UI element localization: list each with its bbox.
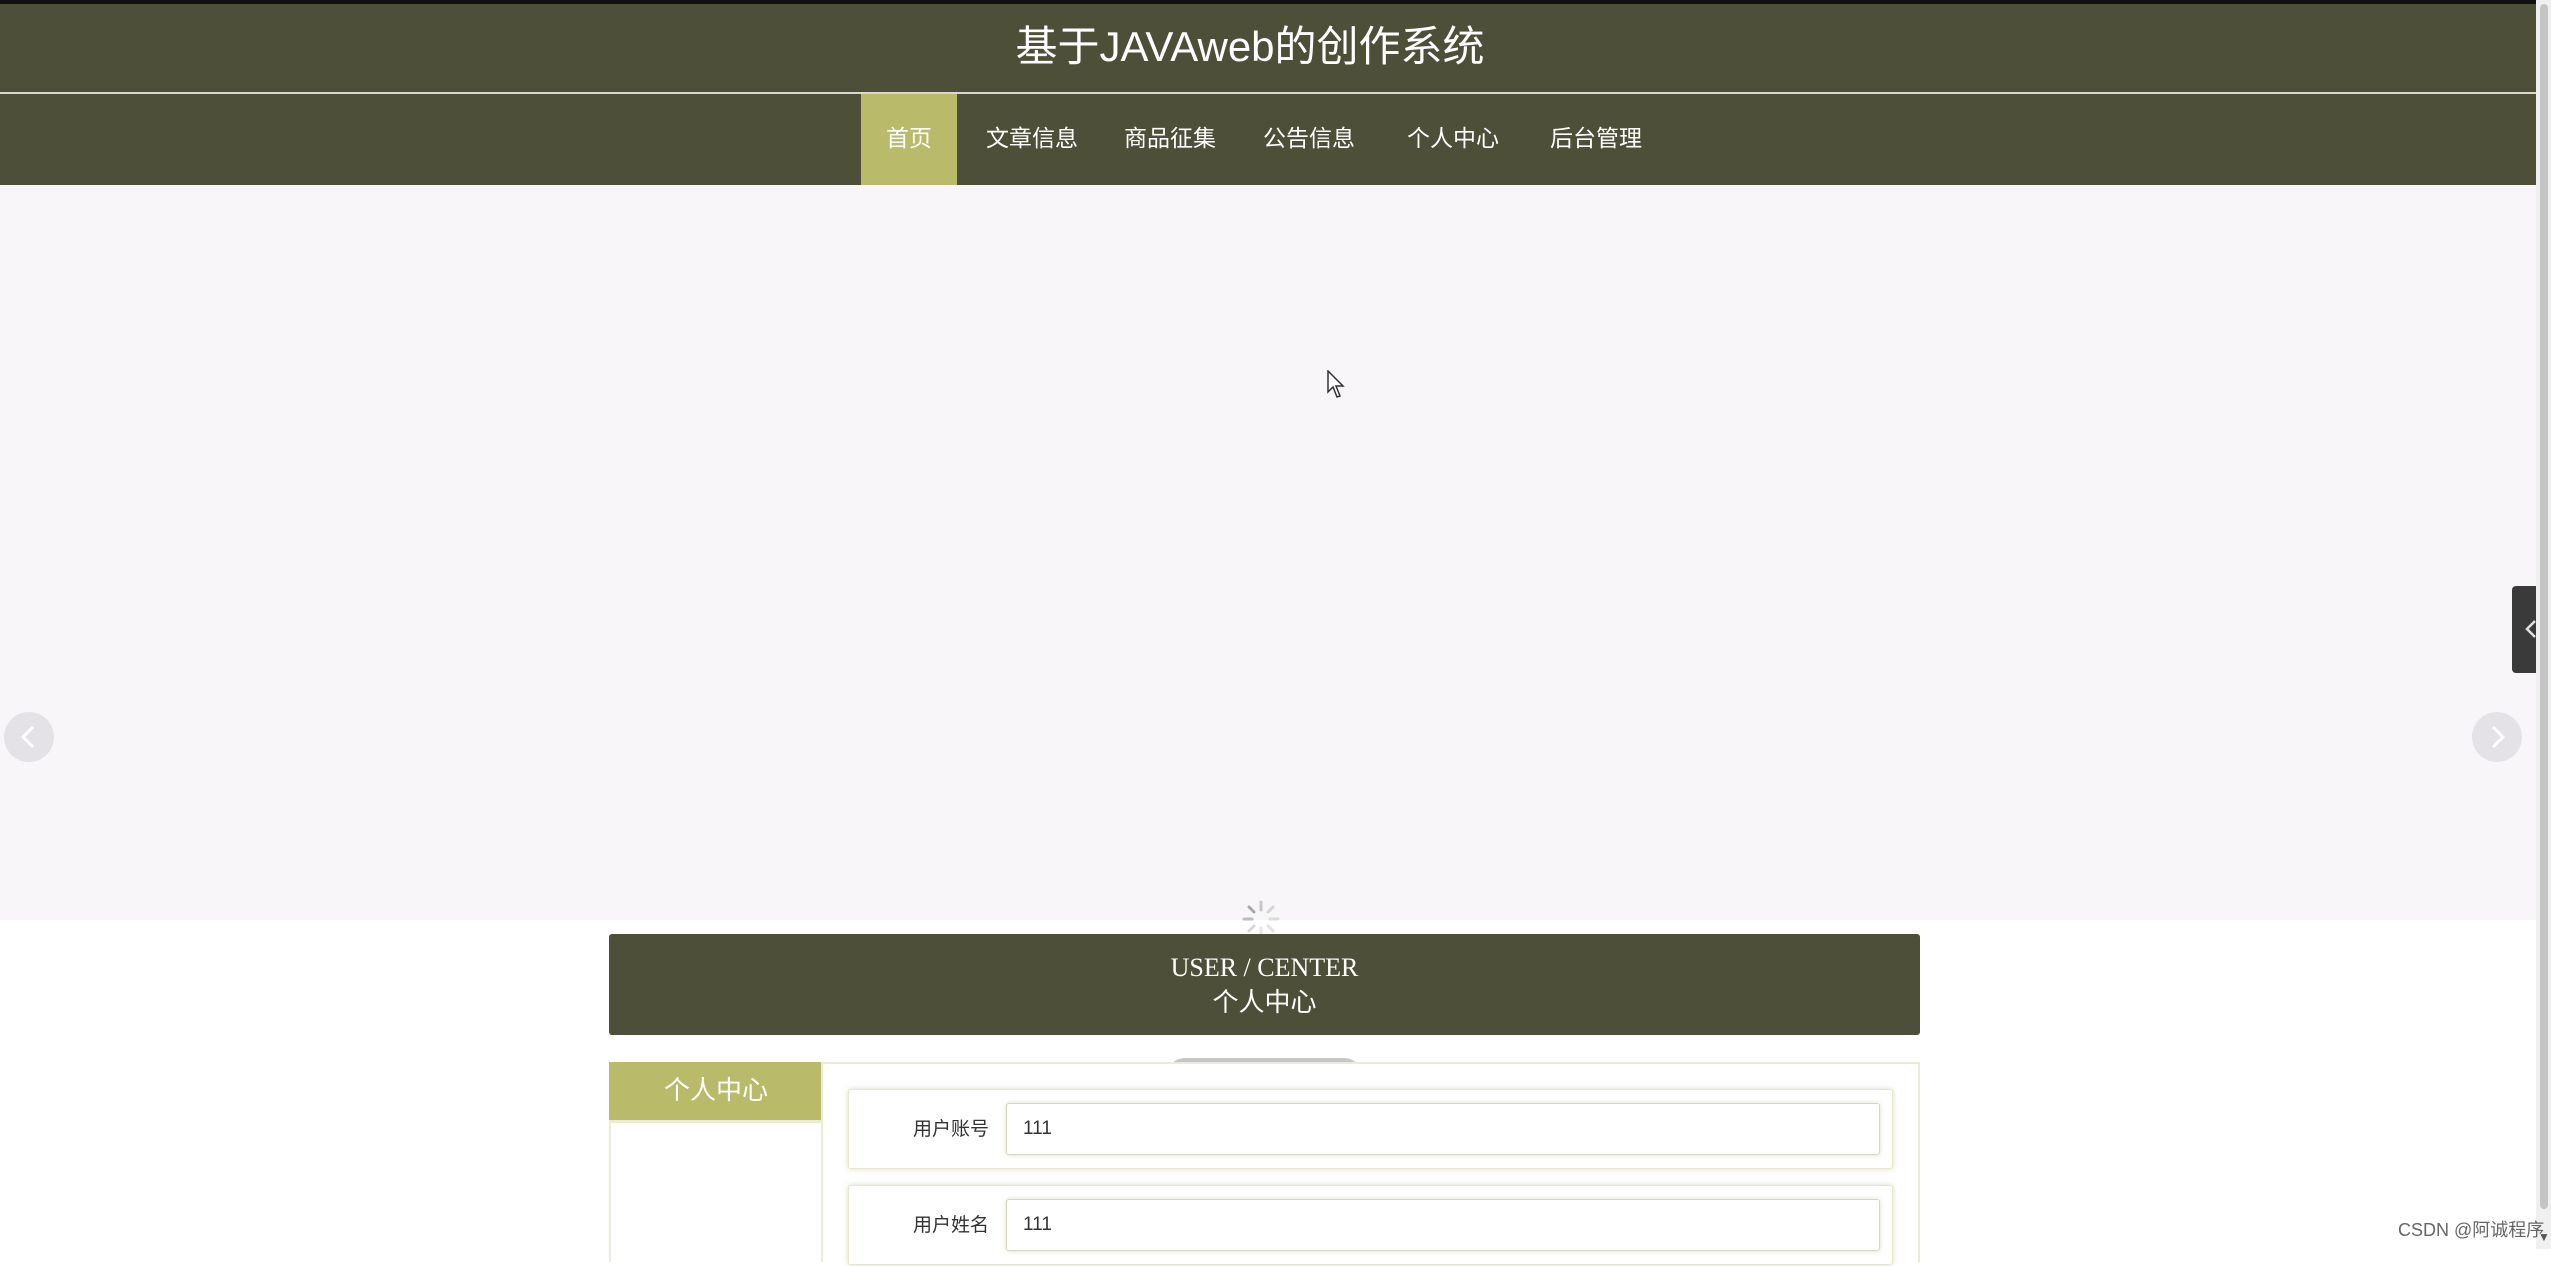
banner-carousel xyxy=(0,185,2536,1091)
form-row-account: 用户账号 xyxy=(848,1089,1893,1169)
site-header: 基于JAVAweb的创作系统 首页 文章信息 商品征集 公告信息 个人中心 后台… xyxy=(0,0,2536,185)
nav-item-products[interactable]: 商品征集 xyxy=(1112,94,1228,185)
side-menu-divider xyxy=(609,1120,823,1123)
side-menu-border xyxy=(821,1062,823,1262)
nav-item-articles[interactable]: 文章信息 xyxy=(974,94,1090,185)
mouse-cursor-icon xyxy=(1327,370,1345,398)
main-nav: 首页 文章信息 商品征集 公告信息 个人中心 后台管理 xyxy=(0,94,2536,185)
name-label: 用户姓名 xyxy=(912,1215,989,1236)
carousel-prev-button[interactable] xyxy=(4,712,54,762)
nav-item-home[interactable]: 首页 xyxy=(861,94,957,185)
carousel-next-button[interactable] xyxy=(2472,712,2522,762)
name-input[interactable] xyxy=(1006,1199,1880,1251)
form-row-name: 用户姓名 xyxy=(848,1185,1893,1265)
nav-item-user-center[interactable]: 个人中心 xyxy=(1395,94,1511,185)
section-title-cn: 个人中心 xyxy=(1212,988,1317,1017)
window-top-border xyxy=(0,0,2536,4)
csdn-watermark: CSDN @阿诚程序 xyxy=(2398,1220,2545,1240)
scrollbar-thumb[interactable] xyxy=(2540,4,2548,1209)
nav-item-notices[interactable]: 公告信息 xyxy=(1251,94,1367,185)
account-input[interactable] xyxy=(1006,1103,1880,1155)
section-title-en: USER / CENTER xyxy=(1170,953,1359,982)
side-menu-title[interactable]: 个人中心 xyxy=(609,1062,823,1120)
account-label: 用户账号 xyxy=(912,1119,989,1140)
site-title: 基于JAVAweb的创作系统 xyxy=(1015,23,1485,70)
side-menu: 个人中心 xyxy=(609,1062,823,1262)
chevron-left-icon xyxy=(20,725,35,749)
chevron-right-icon xyxy=(2491,725,2506,749)
spinner-icon xyxy=(1242,900,1280,938)
section-title-banner: USER / CENTER 个人中心 xyxy=(609,934,1920,1035)
nav-item-admin[interactable]: 后台管理 xyxy=(1538,94,1654,185)
